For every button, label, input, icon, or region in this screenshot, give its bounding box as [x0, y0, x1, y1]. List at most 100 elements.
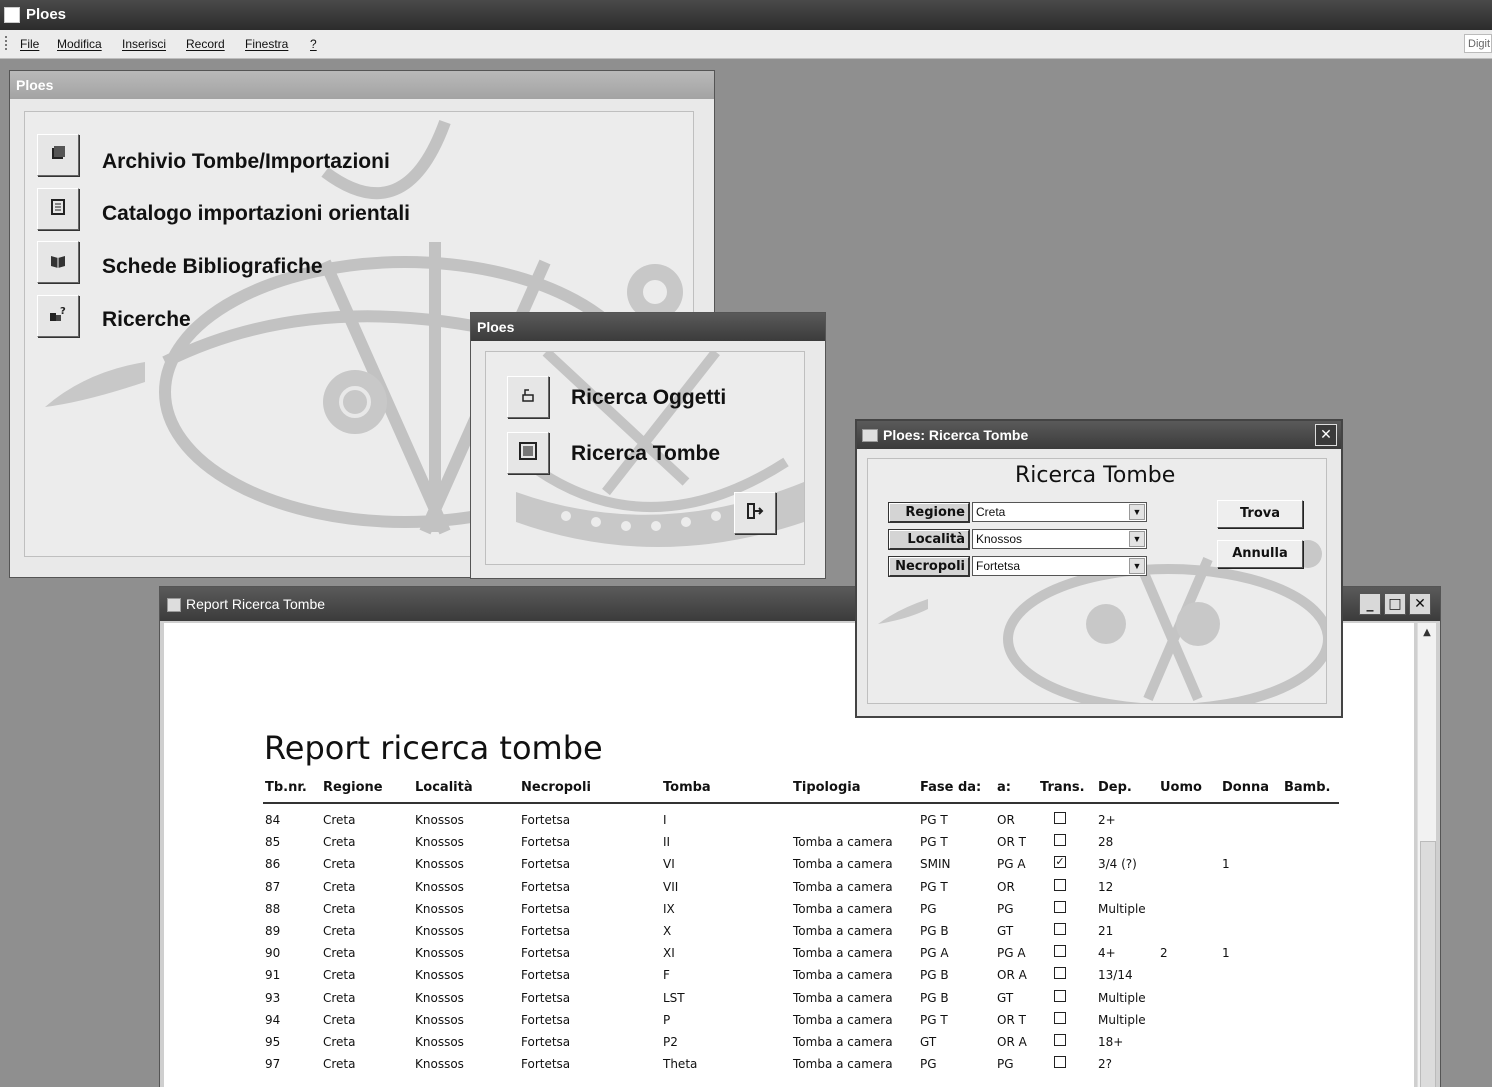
- searches-button[interactable]: ?: [37, 295, 79, 337]
- cell-tomba: F: [663, 968, 670, 983]
- menu-help[interactable]: ?: [310, 30, 317, 58]
- table-row: 87 Creta Knossos Fortetsa VII Tomba a camera P…: [164, 878, 1364, 898]
- cell-necropoli: Fortetsa: [521, 968, 571, 983]
- catalog-button[interactable]: [37, 188, 79, 230]
- chevron-down-icon[interactable]: ▼: [1129, 531, 1145, 547]
- archive-button[interactable]: [37, 134, 79, 176]
- cell-tomba: IX: [663, 901, 675, 916]
- close-report-button[interactable]: ✕: [1409, 593, 1431, 615]
- cell-dep: 18+: [1098, 1035, 1124, 1049]
- scroll-up-icon[interactable]: ▲: [1419, 625, 1435, 641]
- trans-checkbox[interactable]: [1054, 900, 1066, 913]
- table-row: 94 Creta Knossos Fortetsa P Tomba a camera PG …: [164, 1011, 1364, 1031]
- cell-tipologia: Tomba a camera: [793, 901, 893, 916]
- menu-bar: File Modifica Inserisci Record Finestra …: [0, 30, 1492, 59]
- trans-checkbox[interactable]: [1054, 878, 1066, 891]
- cell-tipologia: Tomba a camera: [793, 879, 893, 894]
- bibliography-label[interactable]: Schede Bibliografiche: [102, 255, 323, 279]
- column-header-regione: Regione: [323, 780, 383, 795]
- trans-checkbox[interactable]: [1054, 923, 1066, 935]
- search-menu-title: Ploes: [471, 313, 825, 341]
- cell-fase-da: PG T: [920, 835, 948, 850]
- trans-checkbox[interactable]: ✓: [1054, 856, 1066, 869]
- cell-tipologia: Tomba a camera: [793, 835, 893, 850]
- chevron-down-icon[interactable]: ▼: [1129, 504, 1145, 520]
- toolbar-grip[interactable]: [5, 36, 10, 50]
- cell-tipologia: Tomba a camera: [793, 1057, 893, 1072]
- menu-file[interactable]: File: [20, 30, 39, 58]
- cell-necropoli: Fortetsa: [521, 835, 571, 850]
- tomb-search-label[interactable]: Ricerca Tombe: [571, 442, 720, 466]
- cell-tipologia: Tomba a camera: [793, 946, 893, 961]
- cell-localita: Knossos: [415, 857, 464, 872]
- cell-fase-da: PG B: [920, 968, 949, 983]
- cell-fase-da: GT: [920, 1035, 937, 1049]
- exit-button[interactable]: [734, 492, 776, 534]
- search-form-panel: Ricerca Tombe Regione Creta ▼ Località Kn…: [867, 458, 1327, 704]
- chevron-down-icon[interactable]: ▼: [1129, 558, 1145, 574]
- tomb-icon: [519, 442, 537, 464]
- cell-regione: Creta: [323, 901, 356, 916]
- cell-necropoli: Fortetsa: [521, 813, 571, 827]
- menu-modifica[interactable]: Modifica: [57, 30, 102, 58]
- necropoli-label: Necropoli: [888, 556, 970, 577]
- necropoli-combo[interactable]: Fortetsa ▼: [972, 556, 1147, 576]
- cell-fase-da: PG A: [920, 946, 949, 961]
- regione-combo[interactable]: Creta ▼: [972, 502, 1147, 522]
- app-title: Ploes: [26, 6, 67, 23]
- tomb-search-button[interactable]: [507, 432, 549, 474]
- column-header-dep: Dep.: [1098, 780, 1132, 795]
- cancel-button[interactable]: Annulla: [1217, 540, 1303, 568]
- trans-checkbox[interactable]: [1054, 834, 1066, 847]
- cell-dep: 13/14: [1098, 968, 1133, 983]
- maximize-button[interactable]: □: [1384, 593, 1406, 615]
- table-row: 97 Creta Knossos Fortetsa Theta Tomba a camer…: [164, 1055, 1364, 1075]
- vertical-scrollbar[interactable]: ▲: [1417, 623, 1436, 1087]
- cell-necropoli: Fortetsa: [521, 990, 571, 1005]
- find-button[interactable]: Trova: [1217, 500, 1303, 528]
- minimize-button[interactable]: _: [1359, 593, 1381, 615]
- form-icon: [862, 429, 878, 442]
- menu-inserisci[interactable]: Inserisci: [122, 30, 166, 58]
- catalog-label[interactable]: Catalogo importazioni orientali: [102, 202, 410, 226]
- report-icon: [167, 598, 181, 612]
- cell-tomba: P: [663, 1012, 671, 1027]
- cell-localita: Knossos: [415, 901, 464, 916]
- trans-checkbox[interactable]: [1054, 812, 1066, 824]
- trans-checkbox[interactable]: [1054, 989, 1066, 1002]
- cell-localita: Knossos: [415, 1012, 464, 1027]
- trans-checkbox[interactable]: [1054, 967, 1066, 980]
- book-icon: [50, 253, 66, 272]
- cell-tb-nr: 95: [265, 1035, 281, 1049]
- cell-localita: Knossos: [415, 990, 464, 1005]
- necropoli-value: Fortetsa: [976, 559, 1021, 573]
- bibliography-button[interactable]: [37, 241, 79, 283]
- object-search-button[interactable]: [507, 376, 549, 418]
- trans-checkbox[interactable]: [1054, 1034, 1066, 1046]
- searches-label[interactable]: Ricerche: [102, 308, 191, 332]
- cell-necropoli: Fortetsa: [521, 1035, 571, 1049]
- cell-tipologia: Tomba a camera: [793, 924, 893, 938]
- object-search-label[interactable]: Ricerca Oggetti: [571, 386, 726, 410]
- cell-regione: Creta: [323, 1012, 356, 1027]
- menu-record[interactable]: Record: [186, 30, 225, 58]
- trans-checkbox[interactable]: [1054, 1011, 1066, 1024]
- table-row: 88 Creta Knossos Fortetsa IX Tomba a camera PG…: [164, 900, 1364, 920]
- scroll-thumb[interactable]: [1420, 841, 1436, 1087]
- trans-checkbox[interactable]: [1054, 945, 1066, 958]
- cell-tb-nr: 93: [265, 990, 281, 1005]
- cell-fase-a: PG A: [997, 946, 1026, 961]
- cell-tb-nr: 87: [265, 879, 281, 894]
- main-menu-title: Ploes: [10, 71, 714, 99]
- archive-label[interactable]: Archivio Tombe/Importazioni: [102, 150, 390, 174]
- regione-value: Creta: [976, 505, 1006, 519]
- ask-question-box[interactable]: Digit: [1464, 34, 1492, 53]
- cell-necropoli: Fortetsa: [521, 1057, 571, 1072]
- table-row: 86 Creta Knossos Fortetsa VI Tomba a camera SM…: [164, 855, 1364, 875]
- trans-checkbox[interactable]: [1054, 1056, 1066, 1069]
- menu-finestra[interactable]: Finestra: [245, 30, 288, 58]
- cell-tb-nr: 97: [265, 1057, 281, 1072]
- localita-combo[interactable]: Knossos ▼: [972, 529, 1147, 549]
- close-form-button[interactable]: ✕: [1315, 424, 1337, 446]
- cell-dep: 4+: [1098, 946, 1116, 961]
